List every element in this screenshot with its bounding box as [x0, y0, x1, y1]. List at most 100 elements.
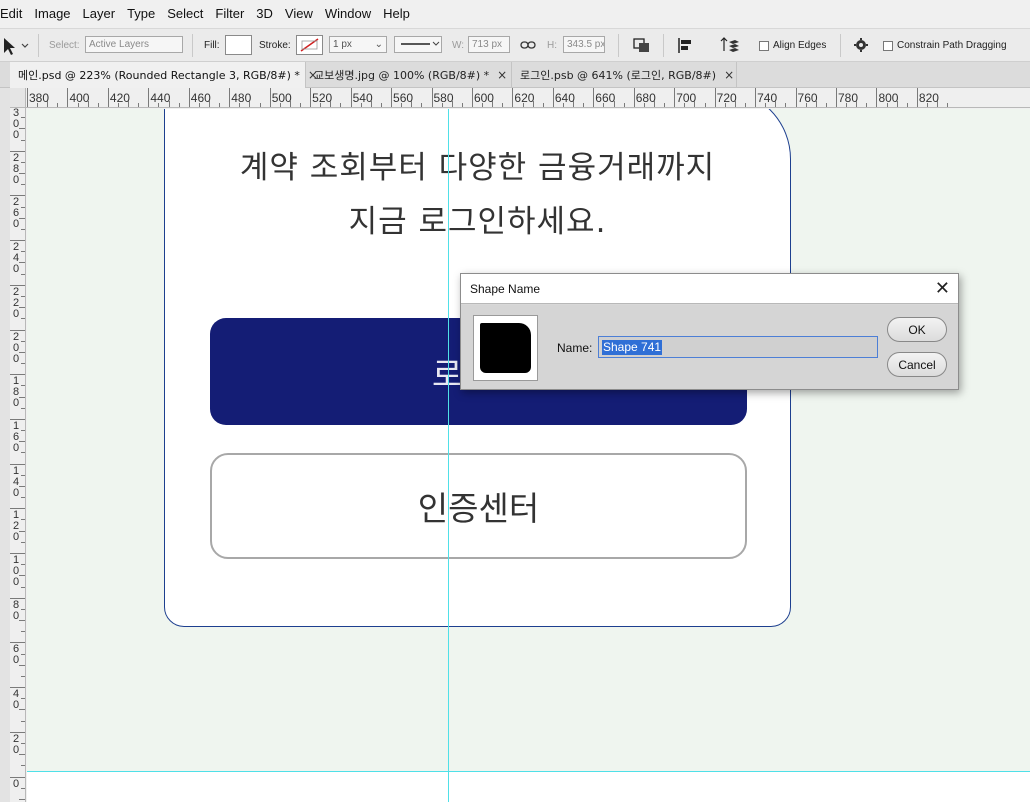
- tab-login-psb[interactable]: 로그인.psb @ 641% (로그인, RGB/8#) ×: [512, 62, 737, 88]
- ruler-tick: [643, 103, 645, 107]
- horizontal-ruler[interactable]: 380 400 420 440 460 480 500 520 540 560 580 600 620 6…: [10, 88, 1030, 108]
- dialog-title-bar[interactable]: Shape Name ✕: [461, 274, 958, 304]
- ruler-tick: [471, 88, 473, 107]
- ruler-tick: [310, 88, 312, 107]
- ok-button[interactable]: OK: [887, 317, 947, 342]
- certification-center-label: 인증센터: [417, 489, 540, 528]
- close-icon[interactable]: ×: [724, 68, 734, 82]
- menu-window[interactable]: Window: [319, 0, 377, 28]
- menu-help[interactable]: Help: [377, 0, 416, 28]
- path-alignment-icon[interactable]: [676, 29, 696, 62]
- ruler-h-label: 720: [716, 91, 737, 105]
- fill-swatch[interactable]: [225, 35, 252, 55]
- ruler-h-label: 540: [352, 91, 373, 105]
- tab-kyobo-jpg[interactable]: 교보생명.jpg @ 100% (RGB/8#) * ×: [306, 62, 512, 88]
- ruler-tick: [492, 101, 494, 107]
- ruler-tick: [684, 103, 686, 107]
- ruler-h-label: 600: [473, 91, 494, 105]
- ruler-tick: [360, 103, 362, 107]
- ruler-tick: [148, 88, 150, 107]
- stroke-width-field[interactable]: 1 px ⌄: [329, 36, 387, 53]
- ruler-tick: [97, 103, 99, 107]
- cancel-button[interactable]: Cancel: [887, 352, 947, 377]
- ruler-tick: [482, 103, 484, 107]
- ruler-tick: [704, 103, 706, 107]
- ruler-tick: [168, 101, 170, 107]
- ruler-tick: [19, 664, 25, 666]
- menu-3d[interactable]: 3D: [250, 0, 279, 28]
- path-selection-tool-icon[interactable]: [0, 29, 30, 62]
- ruler-h-label: 560: [393, 91, 414, 105]
- ruler-tick: [411, 101, 413, 107]
- close-icon[interactable]: ×: [497, 68, 507, 82]
- vertical-guide[interactable]: [448, 109, 449, 802]
- ruler-h-label: 800: [878, 91, 899, 105]
- height-field[interactable]: 343.5 px: [563, 36, 605, 53]
- menu-edit[interactable]: Edit: [0, 0, 28, 28]
- ruler-tick: [542, 103, 544, 107]
- ruler-h-label: 460: [190, 91, 211, 105]
- select-dropdown[interactable]: Active Layers: [85, 36, 183, 53]
- ruler-h-label: 680: [635, 91, 656, 105]
- ruler-tick: [219, 103, 221, 107]
- tab-main-psd[interactable]: 메인.psd @ 223% (Rounded Rectangle 3, RGB/…: [10, 62, 318, 88]
- ruler-tick: [21, 519, 25, 521]
- link-icon[interactable]: [520, 29, 536, 62]
- ruler-tick: [714, 88, 716, 107]
- ruler-tick: [441, 103, 443, 107]
- menu-image[interactable]: Image: [28, 0, 76, 28]
- horizontal-guide[interactable]: [27, 771, 1030, 772]
- ruler-h-label: 580: [433, 91, 454, 105]
- ruler-origin[interactable]: [10, 88, 26, 108]
- ruler-tick: [724, 103, 726, 107]
- ruler-tick: [198, 103, 200, 107]
- ruler-tick: [380, 103, 382, 107]
- ruler-tick: [269, 88, 271, 107]
- tab-label: 교보생명.jpg @ 100% (RGB/8#) *: [314, 69, 490, 82]
- ruler-tick: [573, 101, 575, 107]
- ruler-tick: [21, 407, 25, 409]
- vertical-ruler[interactable]: 300 280 260 240 220 200 180 160 140 120 100 80 60 40 2…: [10, 108, 26, 802]
- stroke-style-dropdown[interactable]: [394, 36, 442, 53]
- menu-type[interactable]: Type: [121, 0, 161, 28]
- width-field[interactable]: 713 px: [468, 36, 510, 53]
- ruler-tick: [21, 675, 25, 677]
- document-tab-bar: 메인.psd @ 223% (Rounded Rectangle 3, RGB/…: [0, 62, 1030, 88]
- path-operations-icon[interactable]: [632, 29, 652, 62]
- ruler-tick: [19, 351, 25, 353]
- document-canvas[interactable]: 계약 조회부터 다양한 금융거래까지 지금 로그인하세요. 로 인증센터: [27, 109, 1030, 802]
- ruler-tick: [350, 88, 352, 107]
- divider: [618, 34, 619, 57]
- shape-name-input[interactable]: Shape 741: [598, 336, 878, 358]
- ruler-tick: [391, 88, 393, 107]
- ruler-tick: [21, 787, 25, 789]
- menu-view[interactable]: View: [279, 0, 319, 28]
- constrain-path-checkbox[interactable]: Constrain Path Dragging: [883, 29, 1007, 62]
- stroke-swatch[interactable]: [296, 35, 323, 55]
- ruler-tick: [593, 88, 595, 107]
- ruler-tick: [19, 485, 25, 487]
- fill-label: Fill:: [204, 40, 220, 51]
- ruler-v-label: 240: [12, 241, 20, 276]
- ruler-v-label: 60: [12, 643, 20, 667]
- ruler-tick: [21, 631, 25, 633]
- ruler-h-label: 780: [838, 91, 859, 105]
- toolbar-collapsed-strip: [0, 88, 10, 802]
- align-edges-checkbox[interactable]: Align Edges: [759, 29, 826, 62]
- ruler-h-label: 620: [514, 91, 535, 105]
- ruler-tick: [27, 88, 28, 107]
- menu-layer[interactable]: Layer: [77, 0, 122, 28]
- menu-select[interactable]: Select: [161, 0, 209, 28]
- gear-icon[interactable]: [852, 29, 870, 62]
- rounded-shape-icon: [480, 323, 531, 373]
- close-icon[interactable]: ✕: [935, 278, 950, 298]
- ruler-tick: [937, 101, 939, 107]
- w-label: W:: [452, 40, 465, 51]
- ruler-tick: [21, 452, 25, 454]
- cancel-button-label: Cancel: [898, 357, 936, 372]
- ruler-v-label: 220: [12, 285, 20, 320]
- ruler-tick: [21, 608, 25, 610]
- path-arrangement-icon[interactable]: [718, 29, 740, 62]
- divider: [663, 34, 664, 57]
- menu-filter[interactable]: Filter: [209, 0, 250, 28]
